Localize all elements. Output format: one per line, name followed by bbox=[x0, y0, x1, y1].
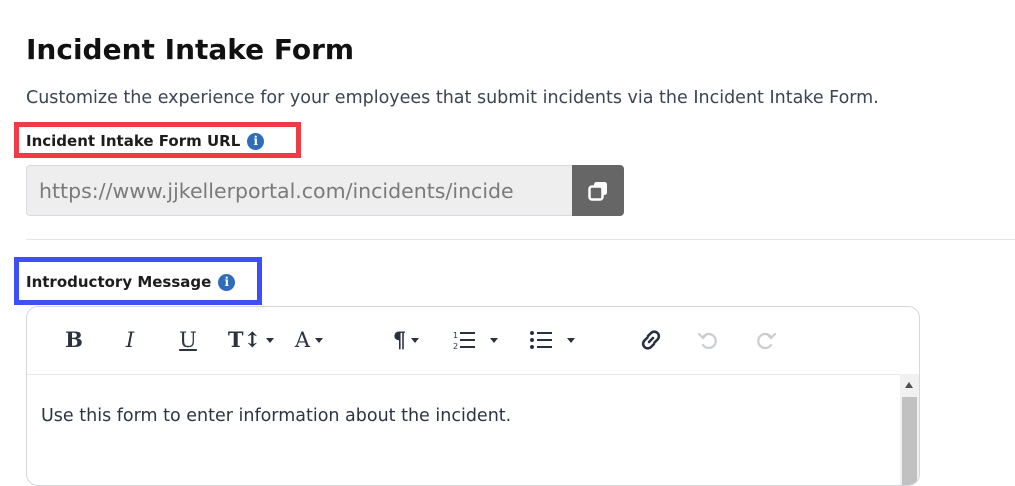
ordered-list-button[interactable]: 1 2 bbox=[447, 325, 502, 355]
insert-link-button[interactable] bbox=[636, 325, 666, 355]
paragraph-format-button[interactable]: ¶ bbox=[386, 325, 426, 355]
svg-text:1: 1 bbox=[453, 331, 458, 340]
bold-button[interactable]: B bbox=[64, 325, 84, 355]
chevron-down-icon bbox=[315, 337, 324, 343]
scroll-up-icon[interactable] bbox=[905, 382, 913, 388]
url-field-label: Incident Intake Form URL i bbox=[26, 131, 265, 151]
editor-scrollbar[interactable] bbox=[900, 374, 919, 485]
scrollbar-thumb[interactable] bbox=[902, 397, 917, 485]
bullet-list-button[interactable] bbox=[524, 325, 579, 355]
underline-button[interactable]: U bbox=[177, 325, 199, 355]
link-icon bbox=[641, 330, 661, 350]
intro-label-text: Introductory Message bbox=[26, 273, 212, 291]
paragraph-label: ¶ bbox=[392, 327, 407, 352]
url-input[interactable] bbox=[26, 165, 572, 216]
bullet-list-icon bbox=[529, 331, 552, 349]
chevron-down-icon bbox=[266, 337, 275, 343]
chevron-down-icon bbox=[411, 337, 420, 343]
page-title: Incident Intake Form bbox=[26, 33, 355, 66]
svg-text:2: 2 bbox=[453, 342, 458, 351]
rich-text-editor: B I U T↕ A ¶ 1 2 Use this form to enter … bbox=[26, 306, 920, 486]
font-color-button[interactable]: A bbox=[288, 325, 330, 355]
info-icon[interactable]: i bbox=[247, 132, 265, 150]
italic-button[interactable]: I bbox=[120, 325, 140, 355]
font-size-button[interactable]: T↕ bbox=[227, 325, 275, 355]
ordered-list-icon: 1 2 bbox=[453, 331, 475, 351]
chevron-down-icon bbox=[489, 337, 498, 343]
font-size-label: T↕ bbox=[227, 327, 262, 352]
info-icon[interactable]: i bbox=[218, 273, 236, 291]
chevron-down-icon bbox=[566, 337, 575, 343]
editor-toolbar: B I U T↕ A ¶ 1 2 bbox=[27, 307, 919, 375]
undo-button[interactable] bbox=[695, 325, 721, 355]
undo-icon bbox=[697, 332, 717, 350]
font-color-label: A bbox=[294, 328, 311, 352]
copy-url-button[interactable] bbox=[572, 165, 624, 216]
section-divider bbox=[26, 239, 1015, 240]
redo-button[interactable] bbox=[753, 325, 779, 355]
url-field-group bbox=[26, 165, 624, 216]
intro-field-label: Introductory Message i bbox=[26, 272, 236, 292]
editor-content[interactable]: Use this form to enter information about… bbox=[41, 404, 511, 428]
copy-icon bbox=[588, 181, 607, 201]
page-description: Customize the experience for your employ… bbox=[26, 88, 879, 108]
redo-icon bbox=[757, 332, 777, 350]
url-label-text: Incident Intake Form URL bbox=[26, 132, 241, 150]
